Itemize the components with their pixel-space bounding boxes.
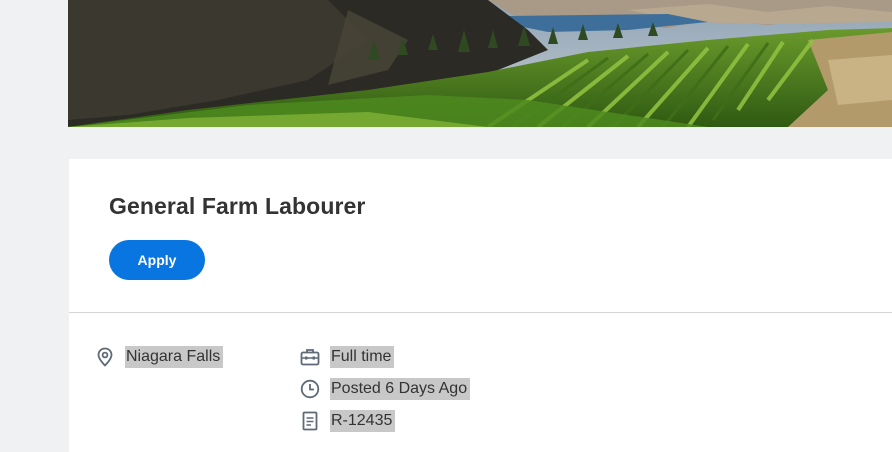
vineyard-landscape-image — [68, 0, 892, 127]
job-location: Niagara Falls — [95, 345, 224, 369]
time-type-text: Full time — [330, 346, 395, 368]
job-posted-date: Posted 6 Days Ago — [300, 377, 471, 401]
job-posting-card: General Farm Labourer Apply Niagara Fall… — [69, 159, 892, 452]
job-time-type: Full time — [300, 345, 395, 369]
apply-button[interactable]: Apply — [109, 240, 205, 280]
posted-text: Posted 6 Days Ago — [330, 378, 471, 400]
briefcase-icon — [300, 347, 320, 367]
job-requisition-id: R-12435 — [300, 409, 396, 433]
requisition-id-text: R-12435 — [330, 410, 396, 432]
location-pin-icon — [95, 347, 115, 367]
job-title: General Farm Labourer — [109, 193, 366, 219]
location-text: Niagara Falls — [125, 346, 224, 368]
divider — [69, 312, 892, 313]
hero-banner-image — [68, 0, 892, 127]
document-icon — [300, 411, 320, 431]
clock-icon — [300, 379, 320, 399]
